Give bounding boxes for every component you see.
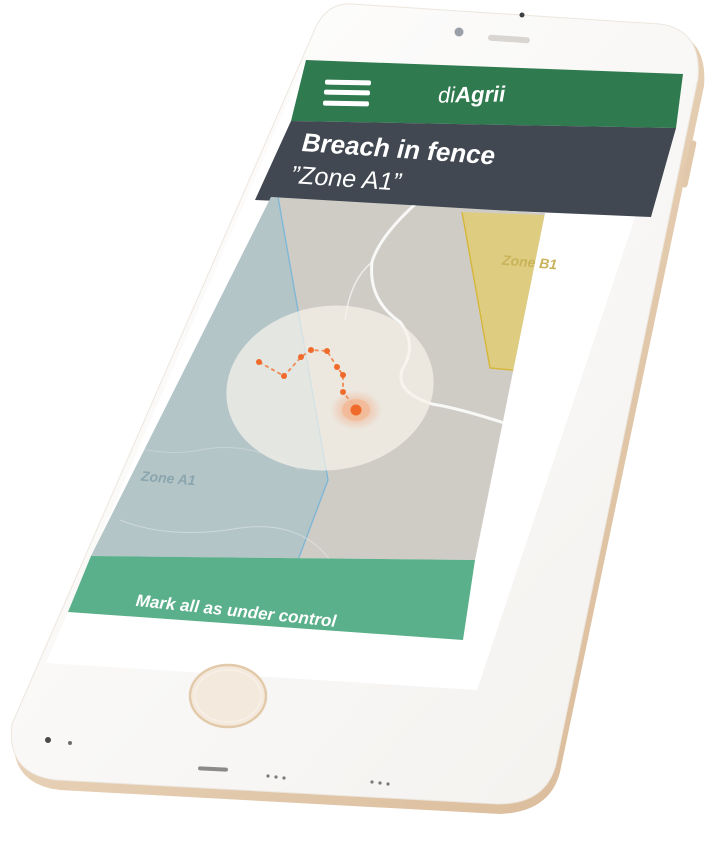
top-sensor	[519, 12, 525, 18]
front-camera	[454, 27, 464, 37]
map-viewport[interactable]	[140, 220, 520, 520]
headphone-jack	[45, 737, 51, 743]
menu-button[interactable]	[320, 74, 376, 114]
device-mockup: diAgrii Breach in fence ”Zone A1” Zone B…	[0, 0, 728, 858]
home-button-hit[interactable]	[190, 665, 266, 727]
